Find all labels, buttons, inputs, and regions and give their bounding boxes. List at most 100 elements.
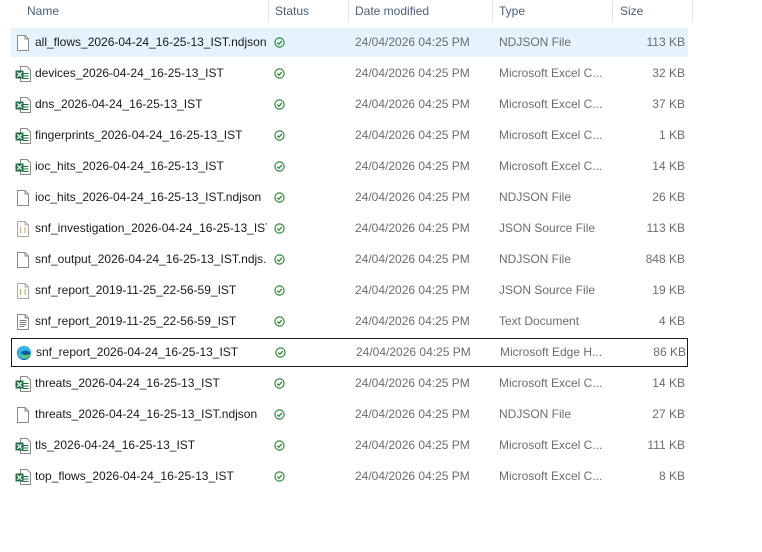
synced-check-icon — [274, 121, 290, 150]
file-name[interactable]: snf_report_2026-04-24_16-25-13_IST — [36, 338, 268, 367]
file-type: Microsoft Excel C... — [499, 159, 603, 173]
file-row[interactable]: snf_report_2026-04-24_16-25-13_IST 24/04/… — [11, 338, 688, 367]
file-type: JSON Source File — [499, 221, 596, 235]
synced-check-icon — [274, 245, 290, 274]
file-size: 113 KB — [646, 221, 685, 235]
column-divider[interactable] — [692, 0, 693, 22]
file-type: Microsoft Excel C... — [499, 469, 603, 483]
file-size: 26 KB — [652, 190, 685, 204]
file-row[interactable]: snf_report_2019-11-25_22-56-59_IST 24/04/… — [11, 307, 688, 336]
excel-file-icon — [14, 369, 32, 398]
file-date-modified: 24/04/2026 04:25 PM — [356, 345, 471, 359]
column-header-type[interactable]: Type — [499, 0, 525, 22]
file-row[interactable]: dns_2026-04-24_16-25-13_IST 24/04/2026 04… — [11, 90, 688, 119]
file-type: Microsoft Excel C... — [499, 376, 603, 390]
file-row[interactable]: threats_2026-04-24_16-25-13_IST.ndjson 24… — [11, 400, 688, 429]
file-type: Microsoft Excel C... — [499, 97, 603, 111]
file-row[interactable]: all_flows_2026-04-24_16-25-13_IST.ndjson… — [11, 28, 688, 57]
file-type: NDJSON File — [499, 407, 572, 421]
edge-file-icon — [15, 338, 33, 367]
file-size: 4 KB — [658, 314, 685, 328]
sort-ascending-icon: ^ — [140, 0, 145, 2]
file-name[interactable]: threats_2026-04-24_16-25-13_IST — [35, 369, 267, 398]
column-divider[interactable] — [612, 0, 613, 22]
file-size: 19 KB — [652, 283, 685, 297]
file-type: JSON Source File — [499, 283, 596, 297]
file-size: 113 KB — [646, 35, 685, 49]
file-date-modified: 24/04/2026 04:25 PM — [355, 221, 470, 235]
file-size: 848 KB — [645, 252, 685, 266]
synced-check-icon — [274, 276, 290, 305]
file-size: 86 KB — [653, 345, 686, 359]
file-name[interactable]: ioc_hits_2026-04-24_16-25-13_IST.ndjson — [35, 183, 267, 212]
column-header-size[interactable]: Size — [620, 0, 643, 22]
file-name[interactable]: snf_output_2026-04-24_16-25-13_IST.ndjs.… — [35, 245, 267, 274]
file-date-modified: 24/04/2026 04:25 PM — [355, 469, 470, 483]
column-divider[interactable] — [268, 0, 269, 22]
column-divider[interactable] — [348, 0, 349, 22]
file-name[interactable]: top_flows_2026-04-24_16-25-13_IST — [35, 462, 267, 491]
blank-file-icon — [14, 400, 32, 429]
synced-check-icon — [274, 400, 290, 429]
file-date-modified: 24/04/2026 04:25 PM — [355, 159, 470, 173]
file-type: NDJSON File — [499, 252, 572, 266]
synced-check-icon — [274, 307, 290, 336]
file-row[interactable]: snf_output_2026-04-24_16-25-13_IST.ndjs.… — [11, 245, 688, 274]
file-type: Text Document — [499, 314, 580, 328]
json-file-icon — [14, 214, 32, 243]
file-row[interactable]: snf_investigation_2026-04-24_16-25-13_IS… — [11, 214, 688, 243]
file-size: 14 KB — [652, 159, 685, 173]
file-date-modified: 24/04/2026 04:25 PM — [355, 66, 470, 80]
file-name[interactable]: snf_investigation_2026-04-24_16-25-13_IS… — [35, 214, 267, 243]
column-header-status[interactable]: Status — [275, 0, 309, 22]
file-type: NDJSON File — [499, 35, 572, 49]
file-type: Microsoft Edge H... — [500, 345, 603, 359]
synced-check-icon — [274, 28, 290, 57]
file-name[interactable]: devices_2026-04-24_16-25-13_IST — [35, 59, 267, 88]
file-type: Microsoft Excel C... — [499, 438, 603, 452]
file-name[interactable]: fingerprints_2026-04-24_16-25-13_IST — [35, 121, 267, 150]
file-name[interactable]: threats_2026-04-24_16-25-13_IST.ndjson — [35, 400, 267, 429]
file-row[interactable]: top_flows_2026-04-24_16-25-13_IST 24/04/2… — [11, 462, 688, 491]
file-row[interactable]: ioc_hits_2026-04-24_16-25-13_IST 24/04/20… — [11, 152, 688, 181]
json-file-icon — [14, 276, 32, 305]
synced-check-icon — [275, 338, 291, 367]
file-name[interactable]: ioc_hits_2026-04-24_16-25-13_IST — [35, 152, 267, 181]
file-size: 111 KB — [647, 438, 685, 452]
file-date-modified: 24/04/2026 04:25 PM — [355, 35, 470, 49]
file-date-modified: 24/04/2026 04:25 PM — [355, 376, 470, 390]
column-header-date-modified[interactable]: Date modified — [355, 0, 429, 22]
synced-check-icon — [274, 90, 290, 119]
file-type: Microsoft Excel C... — [499, 128, 603, 142]
file-row[interactable]: fingerprints_2026-04-24_16-25-13_IST 24/0… — [11, 121, 688, 150]
file-row[interactable]: threats_2026-04-24_16-25-13_IST 24/04/202… — [11, 369, 688, 398]
file-size: 32 KB — [652, 66, 685, 80]
excel-file-icon — [14, 59, 32, 88]
file-name[interactable]: tls_2026-04-24_16-25-13_IST — [35, 431, 267, 460]
file-row[interactable]: devices_2026-04-24_16-25-13_IST 24/04/202… — [11, 59, 688, 88]
blank-file-icon — [14, 245, 32, 274]
excel-file-icon — [14, 431, 32, 460]
file-name[interactable]: snf_report_2019-11-25_22-56-59_IST — [35, 307, 267, 336]
file-date-modified: 24/04/2026 04:25 PM — [355, 438, 470, 452]
synced-check-icon — [274, 431, 290, 460]
file-row[interactable]: tls_2026-04-24_16-25-13_IST 24/04/2026 04… — [11, 431, 688, 460]
synced-check-icon — [274, 152, 290, 181]
file-size: 1 KB — [658, 128, 685, 142]
file-name[interactable]: snf_report_2019-11-25_22-56-59_IST — [35, 276, 267, 305]
column-header-name[interactable]: Name — [27, 0, 59, 22]
file-date-modified: 24/04/2026 04:25 PM — [355, 314, 470, 328]
file-date-modified: 24/04/2026 04:25 PM — [355, 190, 470, 204]
column-header-bar: ^ Name Status Date modified Type Size — [0, 0, 694, 22]
file-row[interactable]: ioc_hits_2026-04-24_16-25-13_IST.ndjson 2… — [11, 183, 688, 212]
file-type: NDJSON File — [499, 190, 572, 204]
synced-check-icon — [274, 183, 290, 212]
file-row[interactable]: snf_report_2019-11-25_22-56-59_IST 24/04/… — [11, 276, 688, 305]
file-date-modified: 24/04/2026 04:25 PM — [355, 252, 470, 266]
blank-file-icon — [14, 183, 32, 212]
column-divider[interactable] — [492, 0, 493, 22]
file-type: Microsoft Excel C... — [499, 66, 603, 80]
file-name[interactable]: all_flows_2026-04-24_16-25-13_IST.ndjson — [35, 28, 267, 57]
excel-file-icon — [14, 152, 32, 181]
file-name[interactable]: dns_2026-04-24_16-25-13_IST — [35, 90, 267, 119]
